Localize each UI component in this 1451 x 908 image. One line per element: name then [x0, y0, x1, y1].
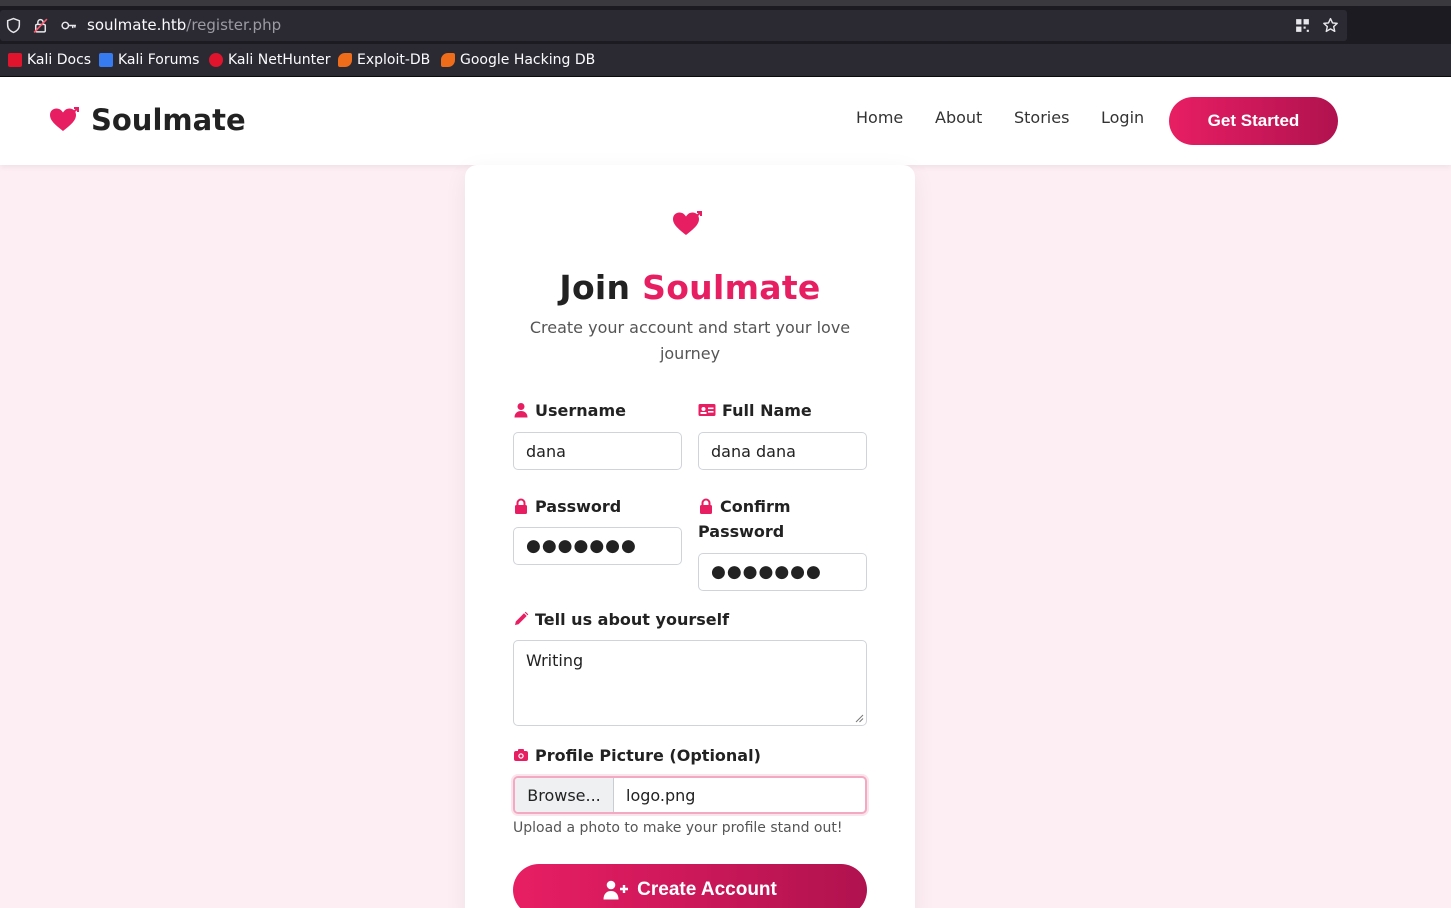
bio-label: Tell us about yourself — [513, 607, 729, 632]
page-subtitle: Create your account and start your love … — [529, 318, 851, 363]
site-header: Soulmate Home About Stories Login Get St… — [0, 77, 1451, 165]
bookmark-label: Kali Forums — [118, 52, 200, 68]
picture-label-text: Profile Picture (Optional) — [535, 746, 761, 765]
bookmark-label: Kali Docs — [27, 52, 92, 68]
brand-name: Soulmate — [91, 103, 246, 137]
brand-logo[interactable]: Soulmate — [49, 103, 246, 137]
title-accent: Soulmate — [642, 268, 821, 307]
nav-home-link[interactable]: Home — [856, 108, 903, 127]
fullname-label-text: Full Name — [722, 401, 812, 420]
fullname-input[interactable]: dana dana — [698, 432, 867, 470]
picture-label: Profile Picture (Optional) — [513, 743, 761, 768]
resize-handle-icon[interactable] — [854, 713, 864, 723]
bookmark-kali-nethunter[interactable]: Kali NetHunter — [209, 52, 330, 68]
username-label: Username — [513, 398, 626, 423]
ghdb-icon — [441, 53, 455, 67]
nav-login-link[interactable]: Login — [1101, 108, 1144, 127]
user-plus-icon — [603, 880, 629, 900]
picture-help-text: Upload a photo to make your profile stan… — [513, 820, 843, 836]
bookmark-kali-docs[interactable]: Kali Docs — [8, 52, 91, 68]
get-started-button[interactable]: Get Started — [1169, 97, 1338, 145]
nav-about-link[interactable]: About — [935, 108, 982, 127]
bookmark-ghdb[interactable]: Google Hacking DB — [441, 52, 595, 68]
exploit-db-icon — [338, 53, 352, 67]
key-icon[interactable] — [60, 17, 77, 34]
password-input[interactable]: ●●●●●●● — [513, 527, 682, 565]
bookmark-kali-forums[interactable]: Kali Forums — [99, 52, 199, 68]
toolbar: soulmate.htb/register.php — [0, 6, 1451, 44]
bookmark-label: Kali NetHunter — [228, 52, 331, 68]
username-label-text: Username — [535, 401, 626, 420]
pencil-icon — [515, 611, 529, 625]
register-card: Join Soulmate Create your account and st… — [465, 165, 915, 908]
address-bar[interactable]: soulmate.htb/register.php — [0, 10, 1347, 41]
heart-icon — [673, 211, 702, 235]
insecure-lock-icon[interactable] — [32, 17, 49, 34]
profile-picture-input[interactable]: Browse... logo.png — [513, 776, 867, 814]
title-prefix: Join — [559, 268, 631, 307]
lock-icon — [515, 498, 527, 514]
kali-docs-icon — [8, 53, 22, 67]
bio-text: Writing — [526, 651, 584, 670]
confirm-password-label: Confirm Password — [698, 494, 848, 544]
confirm-password-input[interactable]: ●●●●●●● — [698, 553, 867, 591]
password-label-text: Password — [535, 497, 622, 516]
fullname-label: Full Name — [698, 398, 812, 423]
qr-code-icon[interactable] — [1294, 17, 1311, 34]
browse-button[interactable]: Browse... — [515, 778, 614, 812]
page-title: Join Soulmate — [465, 268, 915, 307]
bookmark-label: Google Hacking DB — [460, 52, 596, 68]
kali-nethunter-icon — [209, 53, 223, 67]
id-card-icon — [698, 404, 716, 416]
shield-icon[interactable] — [5, 17, 22, 34]
url-host: soulmate.htb — [87, 16, 187, 34]
url-text[interactable]: soulmate.htb/register.php — [87, 16, 281, 34]
password-label: Password — [513, 494, 621, 519]
kali-forums-icon — [99, 53, 113, 67]
user-icon — [514, 403, 528, 418]
bio-textarea[interactable]: Writing — [513, 640, 867, 726]
selected-filename: logo.png — [626, 785, 696, 805]
heart-icon — [50, 107, 79, 131]
url-path: /register.php — [186, 16, 282, 34]
bio-label-text: Tell us about yourself — [535, 610, 730, 629]
bookmark-star-icon[interactable] — [1322, 17, 1339, 34]
create-account-label: Create Account — [637, 879, 777, 900]
bookmarks-bar: Kali Docs Kali Forums Kali NetHunter Exp… — [0, 44, 1451, 77]
username-input[interactable]: dana — [513, 432, 682, 470]
bookmark-exploit-db[interactable]: Exploit-DB — [338, 52, 430, 68]
nav-stories-link[interactable]: Stories — [1014, 108, 1069, 127]
lock-icon — [700, 498, 712, 514]
create-account-button[interactable]: Create Account — [513, 864, 867, 908]
bookmark-label: Exploit-DB — [357, 52, 431, 68]
camera-icon — [514, 749, 528, 761]
